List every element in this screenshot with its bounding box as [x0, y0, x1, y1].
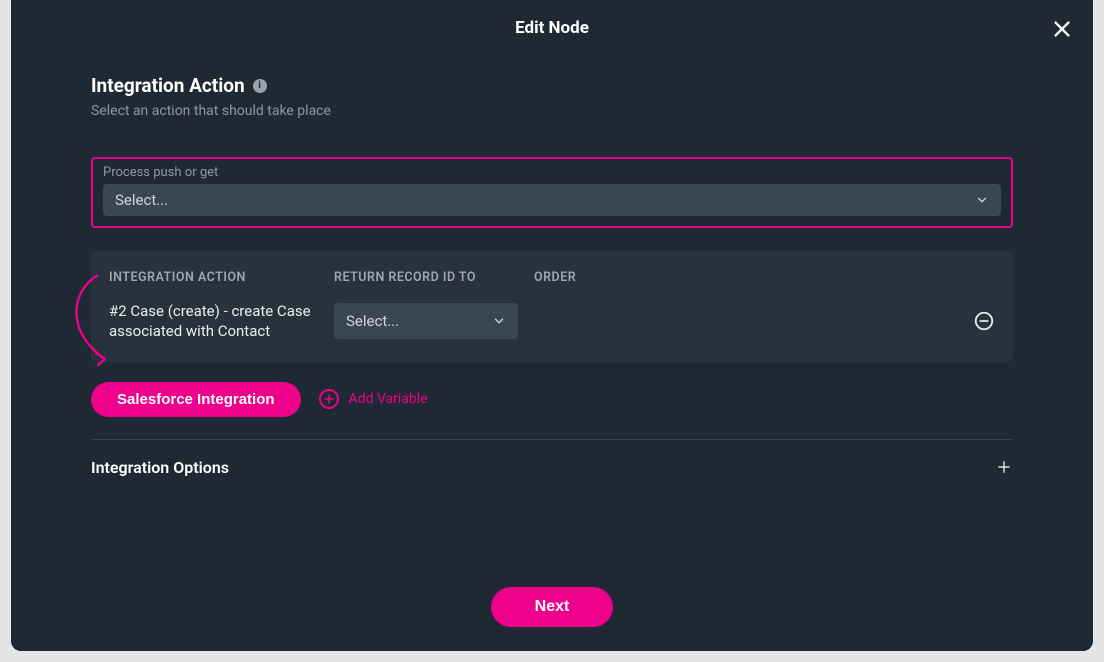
process-select-value: Select... [115, 191, 168, 209]
close-button[interactable] [1051, 18, 1073, 40]
modal-content: Integration Action i Select an action th… [11, 56, 1093, 567]
chevron-down-icon [492, 314, 506, 328]
add-variable-label: Add Variable [349, 391, 428, 407]
next-button[interactable]: Next [491, 587, 614, 627]
close-icon [1051, 18, 1073, 40]
col-header-action: INTEGRATION ACTION [109, 270, 334, 285]
modal-footer: Next [11, 567, 1093, 651]
expand-icon [995, 458, 1013, 476]
process-label: Process push or get [103, 165, 1001, 180]
chevron-down-icon [975, 193, 989, 207]
integration-action-card: INTEGRATION ACTION RETURN RECORD ID TO O… [91, 250, 1013, 362]
process-select-highlight: Process push or get Select... [91, 157, 1013, 228]
action-text: #2 Case (create) - create Case associate… [109, 301, 334, 342]
salesforce-integration-button[interactable]: Salesforce Integration [91, 382, 301, 417]
table-header-row: INTEGRATION ACTION RETURN RECORD ID TO O… [109, 270, 995, 285]
minus-circle-icon [973, 310, 995, 332]
integration-options-title: Integration Options [91, 458, 229, 477]
remove-cell [955, 310, 995, 332]
table-row: #2 Case (create) - create Case associate… [109, 301, 995, 342]
actions-row: Salesforce Integration Add Variable [91, 382, 1013, 440]
col-header-return: RETURN RECORD ID TO [334, 270, 534, 285]
modal-title: Edit Node [515, 18, 589, 38]
edit-node-modal: Edit Node Integration Action i Select an… [11, 0, 1093, 651]
return-record-value: Select... [346, 312, 399, 330]
integration-options-toggle[interactable]: Integration Options [91, 458, 1013, 477]
return-record-select[interactable]: Select... [334, 303, 518, 339]
modal-header: Edit Node [11, 0, 1093, 56]
add-variable-button[interactable]: Add Variable [319, 389, 428, 409]
section-heading-row: Integration Action i [91, 74, 1013, 97]
section-title: Integration Action [91, 74, 245, 97]
col-header-order: ORDER [534, 270, 955, 285]
remove-row-button[interactable] [973, 310, 995, 332]
process-select[interactable]: Select... [103, 184, 1001, 216]
section-subtitle: Select an action that should take place [91, 103, 1013, 119]
plus-circle-icon [319, 389, 339, 409]
info-icon[interactable]: i [253, 79, 267, 93]
